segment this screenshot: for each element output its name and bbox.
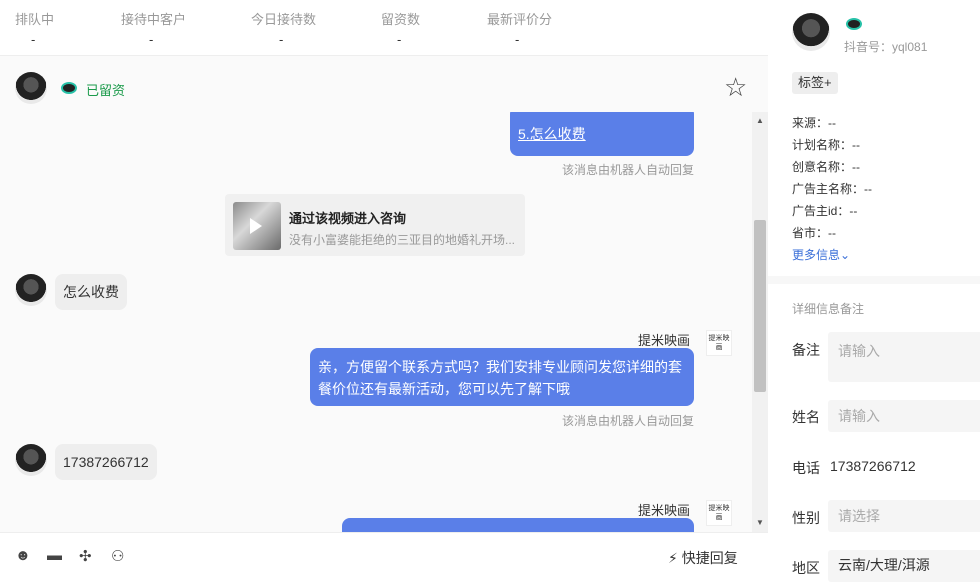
customer-message: 怎么收费 xyxy=(55,274,127,310)
sender-name: 提米映画 xyxy=(638,503,691,518)
add-tag-button[interactable]: 标签+ xyxy=(792,72,838,94)
info-province: 省市：-- xyxy=(792,226,836,240)
region-select[interactable]: 云南/大理/洱源 xyxy=(828,550,980,582)
stat-value: - xyxy=(397,32,402,47)
emoji-icon[interactable]: ☻ xyxy=(15,547,31,564)
stat-label: 今日接待数 xyxy=(251,12,317,27)
stat-label: 留资数 xyxy=(381,12,421,27)
stat-label: 最新评价分 xyxy=(487,12,553,27)
info-plan: 计划名称：-- xyxy=(792,138,860,152)
play-icon xyxy=(250,218,262,234)
customer-avatar xyxy=(15,444,47,476)
input-toolbar: ☻ ▬ ✣ ⚇ ⚡ 快捷回复 xyxy=(0,532,768,582)
chat-header: 已留资 ☆ xyxy=(0,56,768,112)
gender-select[interactable]: 请选择 xyxy=(828,500,980,532)
detail-section-title: 详细信息备注 xyxy=(792,302,865,316)
info-creative: 创意名称：-- xyxy=(792,160,860,174)
lightning-icon: ⚡ xyxy=(668,550,678,566)
name-label: 姓名 xyxy=(792,409,820,425)
scroll-up-icon[interactable]: ▲ xyxy=(756,116,764,125)
brand-logo: 提米映画 xyxy=(706,500,732,526)
scroll-down-icon[interactable]: ▼ xyxy=(756,518,764,527)
bot-message: 亲，方便留个联系方式吗？我们安排专业顾问发您详细的套餐价位还有最新活动，您可以先… xyxy=(310,348,694,406)
auto-reply-note: 该消息由机器人自动回复 xyxy=(562,414,695,428)
customer-profile-panel: 抖音号：yql081 标签+ 来源：-- 计划名称：-- 创意名称：-- 广告主… xyxy=(768,0,980,582)
video-card[interactable]: 通过该视频进入咨询 没有小富婆能拒绝的三亚目的地婚礼开场... xyxy=(225,194,525,256)
stat-today: 今日接待数 - xyxy=(251,9,316,47)
customer-avatar[interactable] xyxy=(15,72,47,104)
video-thumbnail xyxy=(233,202,281,250)
region-label: 地区 xyxy=(792,560,820,576)
remark-input[interactable]: 请输入 xyxy=(828,332,980,382)
customer-message: 17387266712 xyxy=(55,444,157,480)
stat-value: - xyxy=(149,32,154,47)
phone-value[interactable]: 17387266712 xyxy=(830,458,916,474)
info-advertiser-id: 广告主id：-- xyxy=(792,204,858,218)
auto-reply-note: 该消息由机器人自动回复 xyxy=(562,163,695,177)
more-info-link[interactable]: 更多信息⌄ xyxy=(792,246,850,263)
brand-logo: 提米映画 xyxy=(706,330,732,356)
scrollbar[interactable]: ▲ ▼ xyxy=(752,112,768,532)
info-advertiser: 广告主名称：-- xyxy=(792,182,872,196)
remark-label: 备注 xyxy=(792,342,820,358)
section-divider xyxy=(768,276,980,284)
quick-reply-button[interactable]: ⚡ 快捷回复 xyxy=(668,548,738,568)
message-list: 5.怎么收费 该消息由机器人自动回复 通过该视频进入咨询 没有小富婆能拒绝的三亚… xyxy=(0,112,752,532)
star-icon[interactable]: ☆ xyxy=(724,74,750,100)
stat-label: 排队中 xyxy=(15,12,55,27)
status-badge: 已留资 xyxy=(86,83,126,98)
scroll-thumb[interactable] xyxy=(754,220,766,392)
folder-icon[interactable]: ▬ xyxy=(47,547,62,564)
stat-value: - xyxy=(515,32,520,47)
stat-value: - xyxy=(31,32,36,47)
douyin-id: 抖音号：yql081 xyxy=(844,40,928,54)
bot-message xyxy=(342,518,694,532)
profile-avatar xyxy=(792,13,830,51)
stat-queue: 排队中 - xyxy=(15,9,54,47)
video-title: 通过该视频进入咨询 xyxy=(289,211,407,226)
pinwheel-icon[interactable]: ✣ xyxy=(79,547,92,565)
phone-label: 电话 xyxy=(792,460,820,476)
quick-reply-label: 快捷回复 xyxy=(681,550,738,566)
faq-link[interactable]: 5.怎么收费 xyxy=(518,123,586,145)
stats-bar: 排队中 - 接待中客户 - 今日接待数 - 留资数 - 最新评价分 - xyxy=(0,0,768,56)
stat-leads: 留资数 - xyxy=(381,9,420,47)
users-icon[interactable]: ⚇ xyxy=(111,547,124,565)
sender-name: 提米映画 xyxy=(638,333,691,348)
gender-label: 性别 xyxy=(792,510,820,526)
bot-faq-bubble: 5.怎么收费 xyxy=(510,112,694,156)
stat-value: - xyxy=(279,32,284,47)
video-subtitle: 没有小富婆能拒绝的三亚目的地婚礼开场... xyxy=(289,233,516,247)
name-input[interactable]: 请输入 xyxy=(828,400,980,432)
rank-icon xyxy=(61,82,77,94)
stat-rating: 最新评价分 - xyxy=(487,9,552,47)
stat-label: 接待中客户 xyxy=(121,12,187,27)
conversation-pane: 排队中 - 接待中客户 - 今日接待数 - 留资数 - 最新评价分 - 已留资 … xyxy=(0,0,768,582)
stat-serving: 接待中客户 - xyxy=(121,9,186,47)
customer-avatar xyxy=(15,274,47,306)
rank-icon xyxy=(846,18,862,30)
info-source: 来源：-- xyxy=(792,116,836,130)
